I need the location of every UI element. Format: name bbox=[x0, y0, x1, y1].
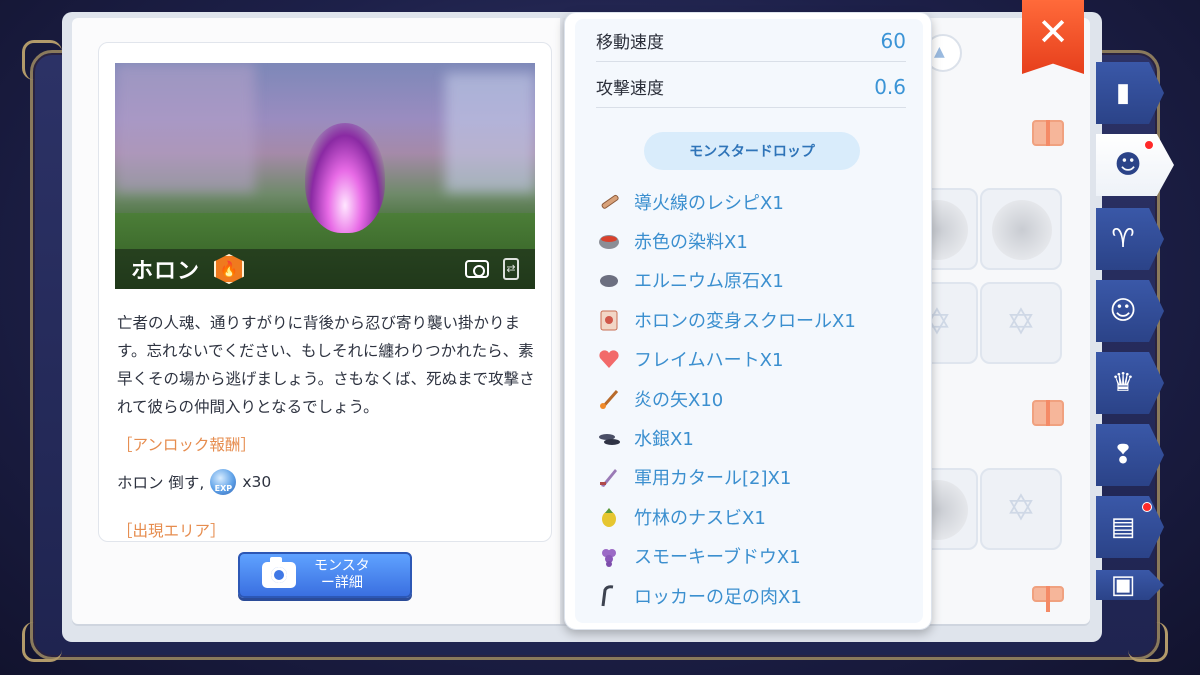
drop-item-name: 軍用カタール[2]X1 bbox=[634, 468, 792, 490]
photo-background bbox=[115, 63, 255, 193]
stat-attack-speed: 攻撃速度 0.6 bbox=[596, 66, 906, 108]
pet-icon: ☺ bbox=[1109, 296, 1137, 326]
camera-icon bbox=[262, 557, 296, 588]
monster-thumb bbox=[992, 200, 1052, 260]
monster-photo: ホロン 🔥 ⇄ bbox=[115, 63, 535, 289]
monster-sprite bbox=[305, 123, 385, 233]
monster-description: 亡者の人魂、通りすがりに背後から忍び寄り襲い掛かります。忘れないでください、もし… bbox=[117, 314, 535, 416]
drop-item-name: スモーキーブドウX1 bbox=[634, 547, 801, 569]
drop-item-name: ホロンの変身スクロールX1 bbox=[634, 310, 856, 332]
locked-star-icon: ✡ bbox=[1005, 302, 1037, 343]
ore-icon bbox=[596, 267, 622, 293]
exp-badge-label: EXP bbox=[214, 484, 233, 493]
drop-item[interactable]: スモーキーブドウX1 bbox=[596, 537, 916, 576]
drop-item[interactable]: フレイムハートX1 bbox=[596, 340, 916, 379]
heart-gem-icon bbox=[596, 346, 622, 372]
drop-item[interactable]: ロッカーの足の肉X1 bbox=[596, 576, 916, 615]
card-icon: ▣ bbox=[1110, 570, 1136, 600]
spawn-area-heading: ［出現エリア］ bbox=[117, 522, 226, 540]
transform-scroll-icon bbox=[596, 307, 622, 333]
unlock-amount: x30 bbox=[242, 473, 272, 491]
frame-ornament bbox=[22, 622, 62, 662]
drop-item[interactable]: ホロンの変身スクロールX1 bbox=[596, 300, 916, 339]
exp-icon: EXP bbox=[210, 469, 237, 495]
drop-item-name: 水銀X1 bbox=[634, 429, 694, 451]
drop-item-name: フレイムハートX1 bbox=[634, 350, 784, 372]
drop-item-name: 赤色の染料X1 bbox=[634, 232, 748, 254]
cat-face-icon: ☻ bbox=[1114, 150, 1142, 180]
fire-arrow-icon bbox=[596, 386, 622, 412]
close-button[interactable]: ✕ bbox=[1022, 0, 1084, 74]
unlock-reward-row: ホロン 倒す, EXP x30 bbox=[117, 469, 271, 495]
gift-icon[interactable] bbox=[1032, 400, 1064, 426]
eggplant-icon bbox=[596, 504, 622, 530]
mercury-icon bbox=[596, 425, 622, 451]
stat-label: 攻撃速度 bbox=[596, 79, 664, 99]
close-icon: ✕ bbox=[1037, 10, 1069, 54]
map-book-icon: ▤ bbox=[1110, 512, 1136, 542]
unlock-reward-heading: ［アンロック報酬］ bbox=[117, 436, 256, 454]
drop-item[interactable]: エルニウム原石X1 bbox=[596, 261, 916, 300]
katar-icon bbox=[596, 464, 622, 490]
monster-detail-label: モンスタ ー詳細 bbox=[314, 558, 370, 591]
photo-background bbox=[445, 73, 535, 193]
monster-name: ホロン bbox=[131, 259, 201, 284]
drop-item-name: ロッカーの足の肉X1 bbox=[634, 586, 802, 608]
swap-icon[interactable]: ⇄ bbox=[503, 258, 519, 280]
locked-star-icon: ✡ bbox=[1005, 488, 1037, 529]
gift-icon[interactable] bbox=[1032, 120, 1064, 146]
horns-icon: ♈ bbox=[1111, 224, 1135, 254]
frame-ornament bbox=[22, 40, 62, 80]
book-icon: ▮ bbox=[1115, 78, 1131, 108]
notification-dot bbox=[1142, 502, 1152, 512]
monster-tile-locked[interactable]: ✡ bbox=[980, 468, 1062, 550]
gift-icon[interactable] bbox=[1032, 586, 1064, 612]
unlock-condition: ホロン 倒す, bbox=[117, 474, 205, 492]
drop-item-name: 炎の矢X10 bbox=[634, 389, 724, 411]
stat-move-speed: 移動速度 60 bbox=[596, 20, 906, 62]
drop-item[interactable]: 水銀X1 bbox=[596, 418, 916, 457]
drop-item[interactable]: 炎の矢X10 bbox=[596, 379, 916, 418]
chef-hat-icon: ♛ bbox=[1111, 368, 1135, 398]
drop-item-name: エルニウム原石X1 bbox=[634, 271, 784, 293]
scroll-recipe-icon bbox=[596, 189, 622, 215]
stat-label: 移動速度 bbox=[596, 33, 664, 53]
frame-ornament bbox=[1128, 622, 1168, 662]
monster-info-card: ホロン 🔥 ⇄ 亡者の人魂、通りすがりに背後から忍び寄り襲い掛かります。忘れない… bbox=[98, 42, 552, 542]
quest-head-icon: ❢ bbox=[1112, 440, 1134, 470]
tab-monster[interactable]: ☻ bbox=[1096, 134, 1174, 196]
drop-item[interactable]: 軍用カタール[2]X1 bbox=[596, 458, 916, 497]
stat-value: 60 bbox=[880, 28, 906, 53]
notification-dot bbox=[1144, 140, 1154, 150]
meat-leg-icon bbox=[596, 583, 622, 609]
grape-icon bbox=[596, 543, 622, 569]
monster-detail-button[interactable]: モンスタ ー詳細 bbox=[238, 552, 412, 598]
drop-list: 導火線のレシピX1 赤色の染料X1 エルニウム原石X1 ホロンの変身スクロールX… bbox=[596, 182, 916, 615]
monster-tile-locked[interactable]: ✡ bbox=[980, 282, 1062, 364]
drop-item-name: 竹林のナスビX1 bbox=[634, 507, 766, 529]
fire-icon: 🔥 bbox=[214, 254, 245, 284]
dye-bowl-icon bbox=[596, 228, 622, 254]
photo-caption-bar: ホロン 🔥 ⇄ bbox=[115, 249, 535, 289]
drop-item-name: 導火線のレシピX1 bbox=[634, 192, 784, 214]
drop-item[interactable]: 赤色の染料X1 bbox=[596, 221, 916, 260]
stat-value: 0.6 bbox=[874, 74, 906, 99]
drop-item[interactable]: 導火線のレシピX1 bbox=[596, 182, 916, 221]
monster-tile[interactable] bbox=[980, 188, 1062, 270]
drop-item[interactable]: 竹林のナスビX1 bbox=[596, 497, 916, 536]
monster-drop-heading: モンスタードロップ bbox=[644, 132, 860, 170]
camera-icon[interactable] bbox=[465, 260, 489, 278]
